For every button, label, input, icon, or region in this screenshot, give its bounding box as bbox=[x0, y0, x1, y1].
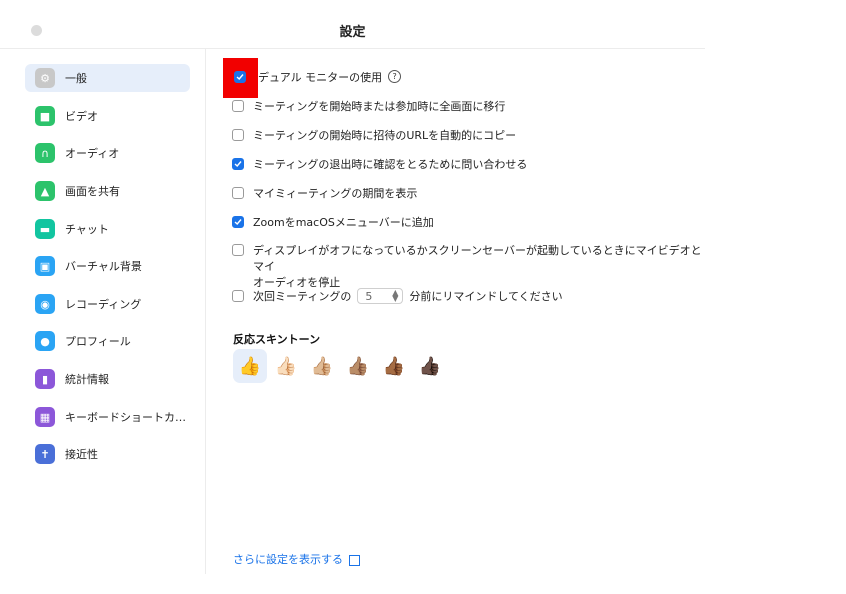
title-bar: 設定 bbox=[0, 0, 705, 49]
skin-tone-option-medium[interactable]: 👍🏽 bbox=[341, 349, 375, 383]
skin-tone-option-dark[interactable]: 👍🏿 bbox=[413, 349, 447, 383]
option-copy-invite-url[interactable]: ミーティングの開始時に招待のURLを自動的にコピー bbox=[232, 128, 516, 144]
sidebar-item-label: 一般 bbox=[65, 72, 87, 85]
video-icon: ■ bbox=[35, 106, 55, 126]
checkbox-checked[interactable] bbox=[232, 216, 244, 228]
sidebar-item-label: 画面を共有 bbox=[65, 185, 120, 198]
checkmark-icon bbox=[234, 161, 242, 168]
sidebar-item-label: チャット bbox=[65, 223, 109, 236]
highlight-marker bbox=[223, 58, 258, 98]
option-add-to-menubar[interactable]: ZoomをmacOSメニューバーに追加 bbox=[232, 215, 434, 231]
option-stop-on-screensaver[interactable]: ディスプレイがオフになっているかスクリーンセーバーが起動しているときにマイビデオ… bbox=[232, 243, 705, 291]
statistics-icon: ▮ bbox=[35, 369, 55, 389]
option-fullscreen-on-join[interactable]: ミーティングを開始時または参加時に全画面に移行 bbox=[232, 99, 505, 115]
stepper-arrows-icon[interactable]: ▲ ▼ bbox=[392, 289, 402, 303]
keyboard-icon: ▦ bbox=[35, 407, 55, 427]
skin-tone-title: 反応スキントーン bbox=[233, 333, 321, 346]
option-label: ミーティングの開始時に招待のURLを自動的にコピー bbox=[253, 129, 517, 142]
checkbox[interactable] bbox=[232, 187, 244, 199]
sidebar-item-label: ビデオ bbox=[65, 110, 98, 123]
settings-window: 設定 ⚙ 一般 ■ ビデオ ∩ オーディオ ▲ 画面を共有 ▬ チャット ▣ バ… bbox=[0, 0, 705, 594]
sidebar-item-share-screen[interactable]: ▲ 画面を共有 bbox=[25, 177, 190, 205]
sidebar-item-audio[interactable]: ∩ オーディオ bbox=[25, 139, 190, 167]
skin-tone-option-light[interactable]: 👍🏻 bbox=[269, 349, 303, 383]
sidebar-item-profile[interactable]: ● プロフィール bbox=[25, 327, 190, 355]
option-label: ディスプレイがオフになっているかスクリーンセーバーが起動しているときにマイビデオ… bbox=[253, 244, 702, 273]
share-screen-icon: ▲ bbox=[35, 181, 55, 201]
sidebar-item-recording[interactable]: ◉ レコーディング bbox=[25, 290, 190, 318]
sidebar-item-label: 接近性 bbox=[65, 448, 98, 461]
sidebar-item-keyboard-shortcuts[interactable]: ▦ キーボードショートカ… bbox=[25, 403, 190, 431]
settings-sidebar: ⚙ 一般 ■ ビデオ ∩ オーディオ ▲ 画面を共有 ▬ チャット ▣ バーチャ… bbox=[0, 49, 206, 574]
profile-icon: ● bbox=[35, 331, 55, 351]
sidebar-item-label: 統計情報 bbox=[65, 373, 109, 386]
skin-tone-option-default[interactable]: 👍 bbox=[233, 349, 267, 383]
sidebar-item-label: キーボードショートカ… bbox=[65, 411, 186, 424]
virtual-background-icon: ▣ bbox=[35, 256, 55, 276]
checkbox[interactable] bbox=[232, 244, 244, 256]
checkbox[interactable] bbox=[232, 290, 244, 302]
accessibility-icon: ✝ bbox=[35, 444, 55, 464]
recording-icon: ◉ bbox=[35, 294, 55, 314]
reminder-suffix: 分前にリマインドしてください bbox=[409, 290, 563, 303]
skin-tone-options: 👍 👍🏻 👍🏼 👍🏽 👍🏾 👍🏿 bbox=[233, 349, 449, 383]
sidebar-item-statistics[interactable]: ▮ 統計情報 bbox=[25, 365, 190, 393]
sidebar-item-label: プロフィール bbox=[65, 335, 131, 348]
option-label: マイミィーティングの期間を表示 bbox=[253, 187, 418, 200]
external-link-icon bbox=[349, 554, 360, 566]
checkbox[interactable] bbox=[232, 129, 244, 141]
option-label-block: ディスプレイがオフになっているかスクリーンセーバーが起動しているときにマイビデオ… bbox=[253, 243, 705, 291]
option-confirm-on-leave[interactable]: ミーティングの退出時に確認をとるために問い合わせる bbox=[232, 157, 527, 173]
sidebar-item-label: レコーディング bbox=[65, 298, 142, 311]
general-settings-panel: デュアル モニターの使用 ? ミーティングを開始時または参加時に全画面に移行 ミ… bbox=[206, 49, 705, 574]
reminder-minutes-value[interactable]: 5 bbox=[358, 290, 392, 303]
option-label: ミーティングの退出時に確認をとるために問い合わせる bbox=[253, 158, 528, 171]
reminder-prefix: 次回ミーティングの bbox=[253, 290, 352, 303]
checkmark-icon bbox=[236, 74, 244, 81]
headphones-icon: ∩ bbox=[35, 143, 55, 163]
option-label: デュアル モニターの使用 bbox=[258, 71, 383, 84]
show-more-settings-link[interactable]: さらに設定を表示する bbox=[233, 551, 360, 567]
sidebar-item-virtual-background[interactable]: ▣ バーチャル背景 bbox=[25, 252, 190, 280]
dual-monitor-checkbox-checked[interactable] bbox=[234, 71, 246, 83]
option-label: ミーティングを開始時または参加時に全画面に移行 bbox=[253, 100, 506, 113]
option-meeting-reminder[interactable]: 次回ミーティングの 5 ▲ ▼ 分前にリマインドしてください bbox=[232, 288, 563, 305]
sidebar-item-label: オーディオ bbox=[65, 147, 120, 160]
gear-icon: ⚙ bbox=[35, 68, 55, 88]
sidebar-item-accessibility[interactable]: ✝ 接近性 bbox=[25, 440, 190, 468]
sidebar-item-general[interactable]: ⚙ 一般 bbox=[25, 64, 190, 92]
sidebar-item-chat[interactable]: ▬ チャット bbox=[25, 215, 190, 243]
window-title: 設定 bbox=[339, 25, 366, 40]
option-label: ZoomをmacOSメニューバーに追加 bbox=[253, 216, 434, 229]
skin-tone-option-medium-light[interactable]: 👍🏼 bbox=[305, 349, 339, 383]
more-link-label: さらに設定を表示する bbox=[233, 553, 343, 566]
help-icon[interactable]: ? bbox=[388, 70, 402, 83]
chat-icon: ▬ bbox=[35, 219, 55, 239]
checkmark-icon bbox=[234, 219, 242, 226]
checkbox-checked[interactable] bbox=[232, 158, 244, 170]
sidebar-item-video[interactable]: ■ ビデオ bbox=[25, 102, 190, 130]
skin-tone-option-medium-dark[interactable]: 👍🏾 bbox=[377, 349, 411, 383]
checkbox[interactable] bbox=[232, 100, 244, 112]
option-show-meeting-duration[interactable]: マイミィーティングの期間を表示 bbox=[232, 186, 417, 202]
sidebar-item-label: バーチャル背景 bbox=[65, 260, 142, 273]
reminder-minutes-stepper[interactable]: 5 ▲ ▼ bbox=[357, 288, 404, 304]
